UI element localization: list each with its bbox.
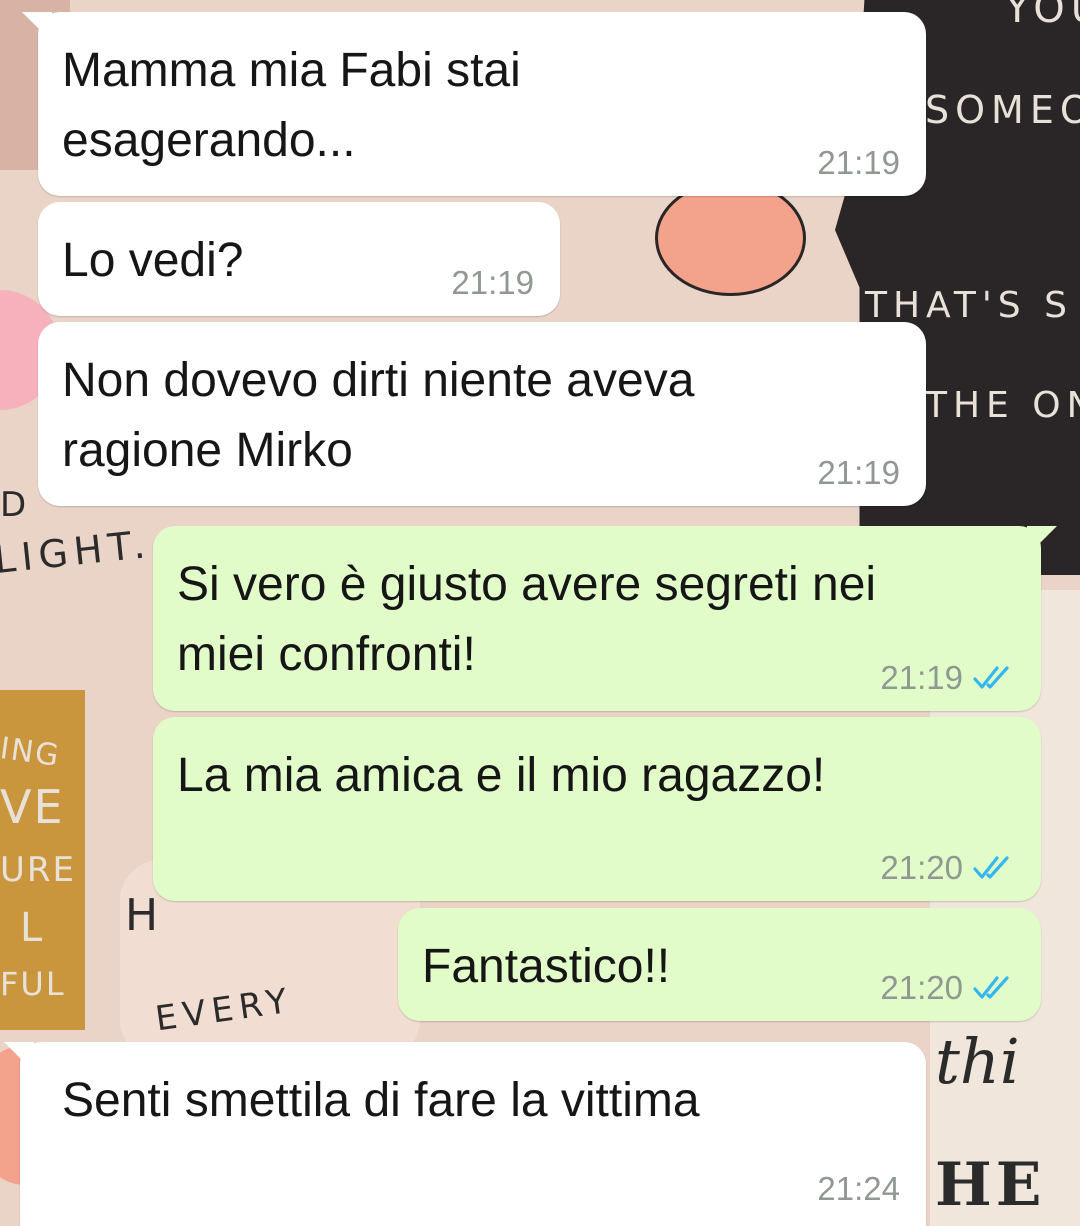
wallpaper-text: SOMEO (925, 88, 1080, 132)
bubble-tail (22, 12, 52, 42)
read-double-tick-icon (973, 976, 1009, 999)
wallpaper-text: THE ON (925, 385, 1080, 426)
message-bubble-outgoing[interactable]: La mia amica e il mio ragazzo! 21:20 (153, 717, 1041, 901)
message-time: 21:19 (880, 659, 963, 696)
message-bubble-incoming[interactable]: Non dovevo dirti niente aveva ragione Mi… (38, 322, 926, 506)
wallpaper-text: FUL (0, 965, 66, 1003)
wallpaper-text: THAT'S S (865, 285, 1073, 326)
message-time: 21:20 (880, 969, 963, 1006)
message-meta: 21:20 (880, 849, 1017, 887)
read-double-tick-icon (973, 856, 1009, 879)
message-text: Senti smettila di fare la vittima (62, 1074, 700, 1127)
message-bubble-outgoing[interactable]: Fantastico!! 21:20 (398, 908, 1041, 1021)
message-time: 21:19 (817, 454, 900, 491)
message-meta: 21:20 (880, 969, 1017, 1007)
read-double-tick-icon (973, 666, 1009, 689)
wallpaper-text: LIGHT. (0, 521, 154, 583)
bubble-tail (4, 1042, 34, 1072)
message-meta: 21:19 (451, 264, 534, 302)
wallpaper-text: D (0, 485, 33, 525)
wallpaper-text: H (125, 890, 165, 941)
message-text: Mamma mia Fabi stai esagerando... (62, 44, 521, 167)
message-meta: 21:19 (817, 454, 900, 492)
wallpaper-rose (655, 180, 806, 296)
message-text: La mia amica e il mio ragazzo! (177, 749, 826, 802)
message-meta: 21:19 (817, 144, 900, 182)
wallpaper-text: YOU (1005, 0, 1080, 32)
wallpaper-text: thi (935, 1025, 1020, 1098)
wallpaper-text: VE (0, 780, 65, 834)
message-time: 21:20 (880, 849, 963, 886)
message-bubble-incoming[interactable]: Mamma mia Fabi stai esagerando... 21:19 (22, 12, 926, 196)
message-time: 21:24 (817, 1170, 900, 1207)
wallpaper-text: HE (935, 1150, 1046, 1220)
message-meta: 21:19 (880, 659, 1017, 697)
message-bubble-outgoing[interactable]: Si vero è giusto avere segreti nei miei … (153, 526, 1057, 711)
message-time: 21:19 (451, 264, 534, 301)
message-meta: 21:24 (817, 1170, 900, 1208)
message-bubble-incoming[interactable]: Senti smettila di fare la vittima 21:24 (4, 1042, 926, 1226)
message-time: 21:19 (817, 144, 900, 181)
bubble-tail (1027, 526, 1057, 556)
wallpaper-text: URE (0, 850, 76, 890)
message-text: Non dovevo dirti niente aveva ragione Mi… (62, 354, 695, 477)
wallpaper-text: L (20, 905, 49, 951)
message-bubble-incoming[interactable]: Lo vedi? 21:19 (38, 202, 560, 316)
